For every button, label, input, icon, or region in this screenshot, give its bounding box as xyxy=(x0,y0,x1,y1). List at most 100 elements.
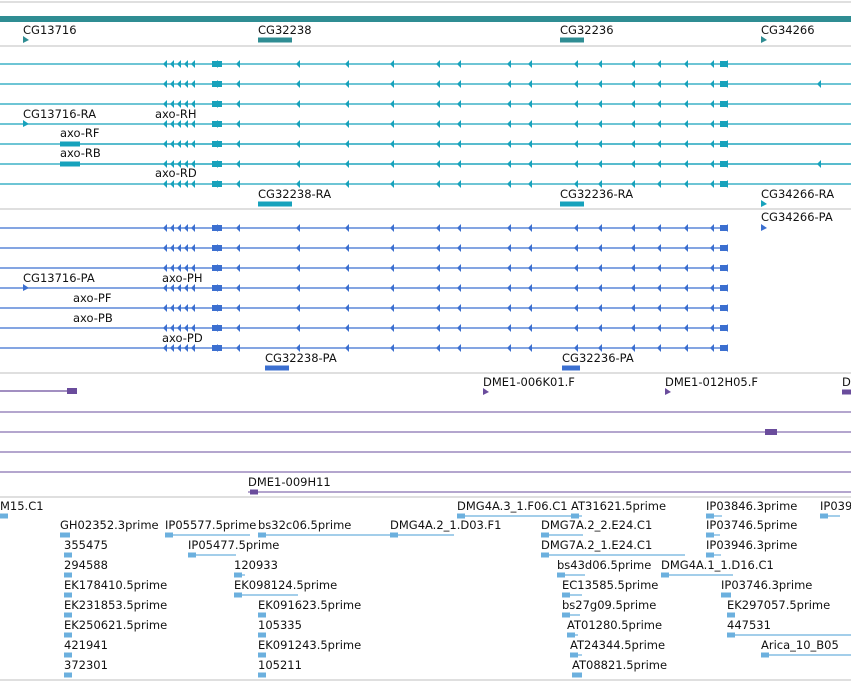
axo-gene-span[interactable] xyxy=(0,16,851,22)
feature-marker[interactable] xyxy=(483,388,489,395)
feature-marker[interactable] xyxy=(761,36,767,43)
protein-label[interactable]: axo-PD xyxy=(162,331,203,345)
est-label[interactable]: IP03746.5prime xyxy=(706,518,797,532)
exon-block[interactable] xyxy=(720,345,728,351)
est-block[interactable] xyxy=(541,552,549,558)
exon-block[interactable] xyxy=(562,365,580,371)
est-label[interactable]: IP05577.5prime xyxy=(165,518,256,532)
est-label[interactable]: bs43d06.5prime xyxy=(557,558,651,572)
exon-block[interactable] xyxy=(212,81,222,87)
est-label[interactable]: DMG4A.2_1.D03.F1 xyxy=(390,518,501,532)
est-block[interactable] xyxy=(727,632,735,638)
est-label[interactable]: EK091243.5prime xyxy=(258,638,361,652)
exon-block[interactable] xyxy=(212,61,222,67)
est-block[interactable] xyxy=(570,652,578,658)
clone-label[interactable]: DME1-012H05.F xyxy=(665,375,758,389)
exon-block[interactable] xyxy=(212,325,222,331)
est-block[interactable] xyxy=(562,592,570,598)
est-block[interactable] xyxy=(572,672,582,678)
est-block[interactable] xyxy=(706,552,714,558)
est-label[interactable]: 294588 xyxy=(64,558,108,572)
est-label[interactable]: 120933 xyxy=(234,558,278,572)
transcript-label[interactable]: CG34266-RA xyxy=(761,187,834,201)
est-label[interactable]: 355475 xyxy=(64,538,108,552)
exon-block[interactable] xyxy=(720,325,728,331)
feature-marker[interactable] xyxy=(23,120,29,127)
est-label[interactable]: DMG7A.2_2.E24.C1 xyxy=(541,518,652,532)
est-block[interactable] xyxy=(60,532,70,538)
est-label[interactable]: AT08821.5prime xyxy=(572,658,667,672)
transcript-label[interactable]: axo-RH xyxy=(155,107,197,121)
exon-block[interactable] xyxy=(720,305,728,311)
est-block[interactable] xyxy=(727,612,735,618)
est-block[interactable] xyxy=(562,612,570,618)
transcript-label[interactable]: axo-RB xyxy=(60,146,101,160)
clone-label[interactable]: DME1-009H11 xyxy=(248,475,331,489)
est-label[interactable]: 372301 xyxy=(64,658,108,672)
est-block[interactable] xyxy=(761,652,769,658)
exon-block[interactable] xyxy=(212,225,222,231)
est-label[interactable]: EK098124.5prime xyxy=(234,578,337,592)
est-block[interactable] xyxy=(64,672,72,678)
gene-label[interactable]: CG13716 xyxy=(23,23,77,37)
est-label[interactable]: bs32c06.5prime xyxy=(258,518,351,532)
exon-block[interactable] xyxy=(212,345,222,351)
exon-block[interactable] xyxy=(212,285,222,291)
transcript-label[interactable]: CG32236-RA xyxy=(560,187,633,201)
est-block[interactable] xyxy=(557,572,565,578)
est-label[interactable]: GH02352.3prime xyxy=(60,518,159,532)
est-label[interactable]: IP03846.3prime xyxy=(706,499,797,513)
est-block[interactable] xyxy=(0,513,8,519)
est-label[interactable]: bs27g09.5prime xyxy=(562,598,656,612)
protein-label[interactable]: axo-PF xyxy=(73,291,111,305)
est-label[interactable]: M15.C1 xyxy=(0,499,44,513)
est-block[interactable] xyxy=(661,572,669,578)
gene-label[interactable]: CG32238 xyxy=(258,23,312,37)
protein-label[interactable]: axo-PB xyxy=(73,311,113,325)
est-label[interactable]: Arica_10_B05 xyxy=(761,638,839,652)
transcript-label[interactable]: CG13716-RA xyxy=(23,107,96,121)
exon-block[interactable] xyxy=(720,61,728,67)
exon-block[interactable] xyxy=(212,101,222,107)
est-label[interactable]: 421941 xyxy=(64,638,108,652)
est-block[interactable] xyxy=(234,572,242,578)
exon-block[interactable] xyxy=(212,245,222,251)
exon-block[interactable] xyxy=(720,285,728,291)
exon-block[interactable] xyxy=(720,225,728,231)
est-label[interactable]: EK091623.5prime xyxy=(258,598,361,612)
exon-block[interactable] xyxy=(212,181,222,187)
exon-block[interactable] xyxy=(720,81,728,87)
exon-block[interactable] xyxy=(720,121,728,127)
est-label[interactable]: IP03946.3prime xyxy=(706,538,797,552)
est-label[interactable]: IP039 xyxy=(820,499,851,513)
exon-block[interactable] xyxy=(258,201,292,207)
est-label[interactable]: 105335 xyxy=(258,618,302,632)
est-label[interactable]: AT01280.5prime xyxy=(567,618,662,632)
exon-block[interactable] xyxy=(720,245,728,251)
est-label[interactable]: DMG4A.1_1.D16.C1 xyxy=(661,558,774,572)
feature-marker[interactable] xyxy=(761,200,767,207)
est-label[interactable]: EC13585.5prime xyxy=(562,578,658,592)
est-label[interactable]: EK250621.5prime xyxy=(64,618,167,632)
est-block[interactable] xyxy=(64,612,72,618)
est-block[interactable] xyxy=(567,632,575,638)
est-block[interactable] xyxy=(64,572,72,578)
clone-block[interactable] xyxy=(250,489,258,495)
protein-label[interactable]: CG13716-PA xyxy=(23,271,95,285)
gene-label[interactable]: CG32236 xyxy=(560,23,614,37)
feature-marker[interactable] xyxy=(761,224,767,231)
protein-label[interactable]: CG34266-PA xyxy=(761,210,833,224)
exon-block[interactable] xyxy=(212,305,222,311)
est-label[interactable]: IP03746.3prime xyxy=(721,578,812,592)
est-label[interactable]: DMG4A.3_1.F06.C1 xyxy=(457,499,568,513)
est-label[interactable]: 105211 xyxy=(258,658,302,672)
est-block[interactable] xyxy=(390,532,398,538)
clone-block[interactable] xyxy=(842,389,851,395)
est-label[interactable]: DMG7A.2_1.E24.C1 xyxy=(541,538,652,552)
feature-marker[interactable] xyxy=(665,388,671,395)
protein-label[interactable]: CG32238-PA xyxy=(265,351,337,365)
est-block[interactable] xyxy=(820,513,828,519)
est-block[interactable] xyxy=(234,592,242,598)
est-block[interactable] xyxy=(258,632,266,638)
est-label[interactable]: EK297057.5prime xyxy=(727,598,830,612)
